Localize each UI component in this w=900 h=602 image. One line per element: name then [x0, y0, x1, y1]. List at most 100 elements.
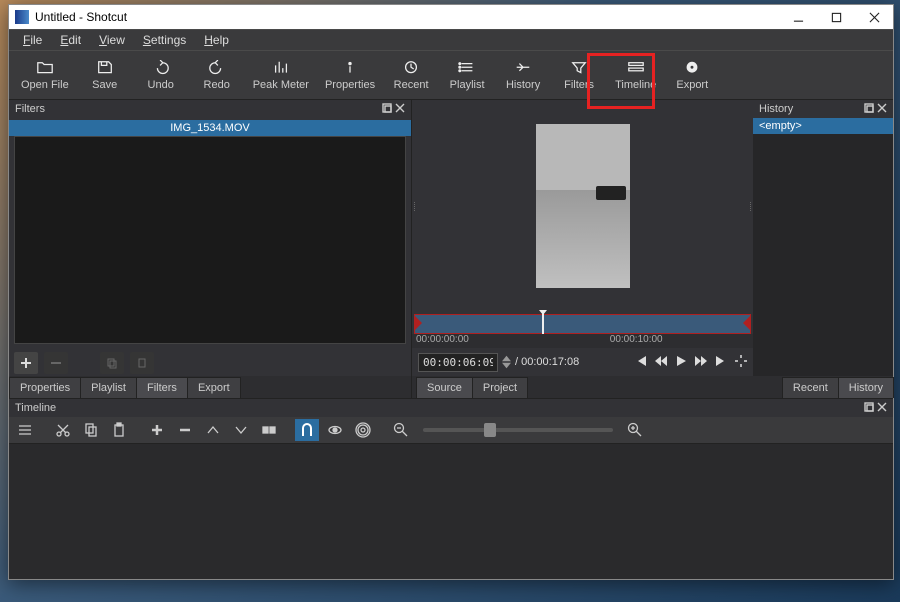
undo-icon — [152, 60, 170, 76]
close-button[interactable] — [855, 5, 893, 29]
undo-button[interactable]: Undo — [133, 58, 189, 93]
preview-tabs: Source Project — [412, 376, 753, 398]
filters-button-strip — [9, 350, 411, 376]
skip-start-button[interactable] — [635, 355, 647, 370]
history-button[interactable]: History — [495, 58, 551, 93]
folder-open-icon — [36, 60, 54, 76]
scrub-track[interactable] — [414, 314, 751, 334]
tab-source[interactable]: Source — [416, 377, 473, 398]
undock-icon[interactable] — [861, 103, 874, 116]
timeline-panel: Timeline — [9, 398, 893, 579]
copy-filter-button[interactable] — [100, 352, 124, 374]
undock-icon[interactable] — [861, 402, 874, 415]
tl-zoom-slider[interactable] — [423, 428, 613, 432]
info-icon — [341, 60, 359, 76]
tl-copy-button[interactable] — [79, 419, 103, 441]
scrub-bar[interactable] — [412, 312, 753, 334]
remove-filter-button[interactable] — [44, 352, 68, 374]
window-title: Untitled - Shotcut — [35, 10, 779, 24]
history-item-0[interactable]: <empty> — [753, 118, 893, 134]
titlebar[interactable]: Untitled - Shotcut — [9, 5, 893, 29]
recent-button[interactable]: Recent — [383, 58, 439, 93]
open-file-button[interactable]: Open File — [13, 58, 77, 93]
app-icon — [15, 10, 29, 24]
timeline-button[interactable]: Timeline — [607, 58, 664, 93]
forward-button[interactable] — [695, 355, 707, 370]
play-button[interactable] — [675, 355, 687, 370]
redo-button[interactable]: Redo — [189, 58, 245, 93]
add-filter-button[interactable] — [14, 352, 38, 374]
timecode-spinner[interactable] — [502, 355, 511, 369]
menu-settings[interactable]: Settings — [135, 31, 194, 49]
tl-zoom-thumb[interactable] — [484, 423, 496, 437]
app-window: Untitled - Shotcut File Edit View Settin… — [8, 4, 894, 580]
video-preview[interactable] — [536, 124, 630, 288]
playlist-button[interactable]: Playlist — [439, 58, 495, 93]
current-timecode-input[interactable] — [418, 353, 498, 372]
disc-icon — [683, 60, 701, 76]
history-panel-title: History — [759, 103, 793, 115]
redo-icon — [208, 60, 226, 76]
history-list[interactable] — [753, 134, 893, 376]
tab-properties[interactable]: Properties — [9, 377, 81, 398]
tab-playlist[interactable]: Playlist — [80, 377, 137, 398]
peak-meter-button[interactable]: Peak Meter — [245, 58, 317, 93]
tl-lift-button[interactable] — [201, 419, 225, 441]
close-panel-icon[interactable] — [874, 103, 887, 116]
menu-file[interactable]: File — [15, 31, 50, 49]
menu-edit[interactable]: Edit — [52, 31, 89, 49]
funnel-icon — [570, 60, 588, 76]
right-splitter[interactable] — [748, 202, 753, 211]
tl-overwrite-button[interactable] — [257, 419, 281, 441]
selected-clip-name[interactable]: IMG_1534.MOV — [9, 120, 411, 136]
menu-bar: File Edit View Settings Help — [9, 29, 893, 50]
ruler-tick-0: 00:00:00:00 — [416, 334, 469, 345]
undock-icon[interactable] — [379, 103, 392, 116]
right-tabs: Recent History — [753, 376, 893, 398]
total-timecode: / 00:00:17:08 — [515, 356, 579, 368]
skip-end-button[interactable] — [715, 355, 727, 370]
tab-recent[interactable]: Recent — [782, 377, 839, 398]
menu-help[interactable]: Help — [196, 31, 237, 49]
tab-history[interactable]: History — [838, 377, 894, 398]
minimize-button[interactable] — [779, 5, 817, 29]
tl-append-button[interactable] — [145, 419, 169, 441]
tl-remove-button[interactable] — [173, 419, 197, 441]
timeline-tracks-area[interactable] — [9, 444, 893, 579]
tab-project[interactable]: Project — [472, 377, 528, 398]
ruler-tick-1: 00:00:10:00 — [610, 334, 663, 345]
close-panel-icon[interactable] — [392, 103, 405, 116]
close-panel-icon[interactable] — [874, 402, 887, 415]
timeline-toolbar — [9, 417, 893, 444]
filters-panel: Filters IMG_1534.MOV Properties Playlist… — [9, 100, 412, 398]
desktop-background: Untitled - Shotcut File Edit View Settin… — [0, 0, 900, 602]
tl-cut-button[interactable] — [51, 419, 75, 441]
preview-panel: 00:00:00:00 00:00:10:00 / 00:00:17:08 — [412, 100, 753, 398]
filters-button[interactable]: Filters — [551, 58, 607, 93]
tl-scrub-audio-button[interactable] — [323, 419, 347, 441]
menu-view[interactable]: View — [91, 31, 133, 49]
tl-snap-button[interactable] — [295, 419, 319, 441]
paste-filter-button[interactable] — [130, 352, 154, 374]
tl-paste-button[interactable] — [107, 419, 131, 441]
save-button[interactable]: Save — [77, 58, 133, 93]
main-area: Filters IMG_1534.MOV Properties Playlist… — [9, 100, 893, 398]
tab-export[interactable]: Export — [187, 377, 241, 398]
tab-filters[interactable]: Filters — [136, 377, 188, 398]
zoom-fit-button[interactable] — [735, 355, 747, 370]
save-icon — [96, 60, 114, 76]
timeline-panel-header: Timeline — [9, 399, 893, 417]
maximize-button[interactable] — [817, 5, 855, 29]
properties-button[interactable]: Properties — [317, 58, 383, 93]
timeline-panel-title: Timeline — [15, 402, 56, 414]
tl-menu-button[interactable] — [13, 419, 37, 441]
tl-insert-button[interactable] — [229, 419, 253, 441]
tl-zoom-out-button[interactable] — [389, 419, 413, 441]
playhead[interactable] — [542, 313, 544, 335]
rewind-button[interactable] — [655, 355, 667, 370]
history-panel-header: History — [753, 100, 893, 118]
tl-ripple-button[interactable] — [351, 419, 375, 441]
tl-zoom-in-button[interactable] — [623, 419, 647, 441]
filters-list[interactable] — [14, 136, 406, 344]
export-button[interactable]: Export — [664, 58, 720, 93]
